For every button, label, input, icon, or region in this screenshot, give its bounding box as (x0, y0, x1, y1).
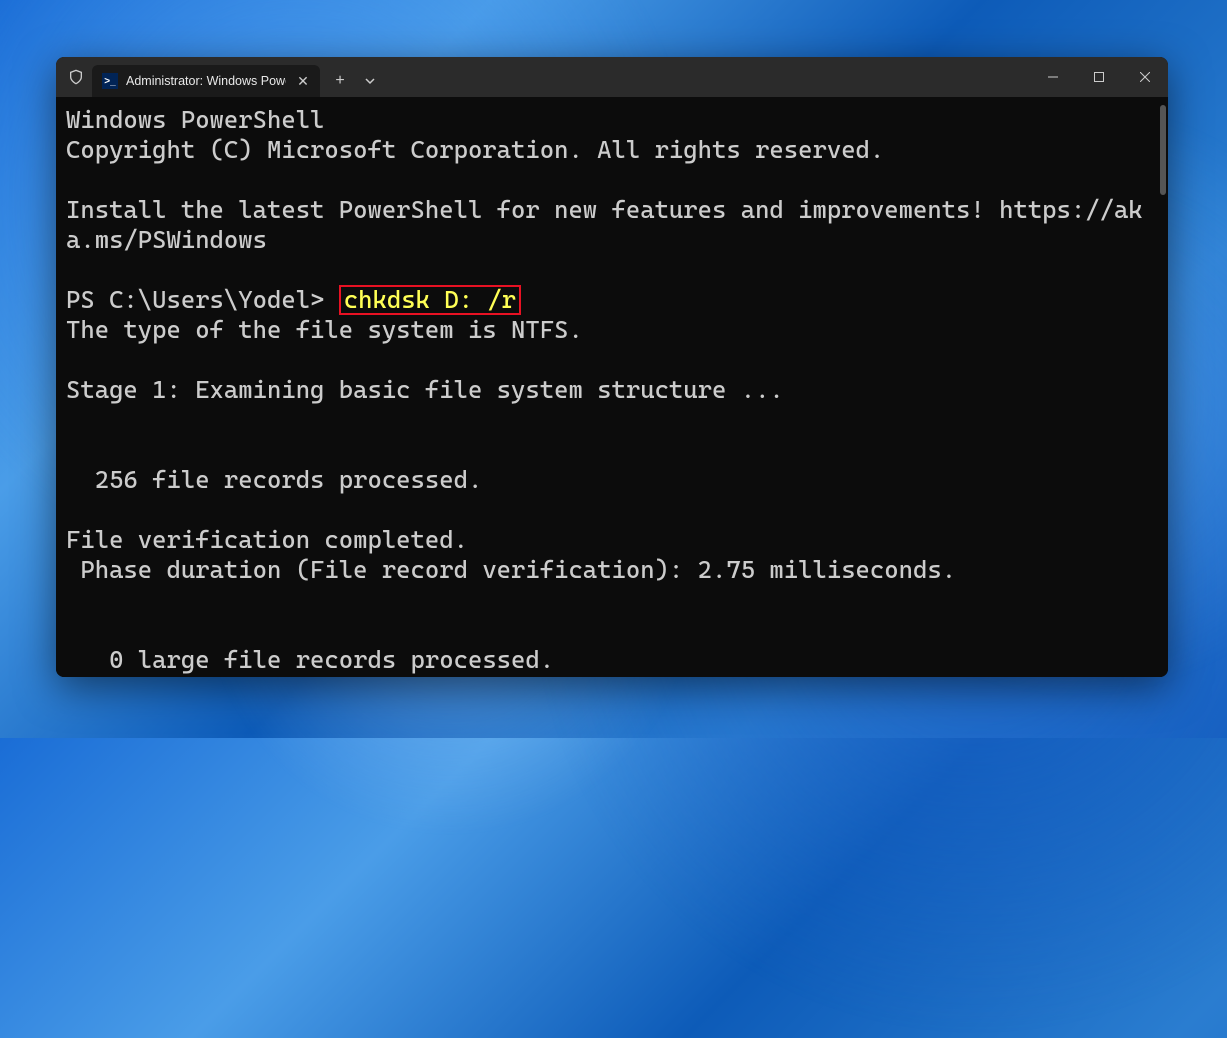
prompt-text: PS C:\Users\Yodel> (66, 285, 339, 314)
highlighted-command: chkdsk D: /r (339, 285, 521, 315)
close-window-button[interactable] (1122, 57, 1168, 97)
window-controls (1030, 57, 1168, 97)
terminal-window: >_ Administrator: Windows Powe ✕ + Windo… (56, 57, 1168, 677)
terminal-body[interactable]: Windows PowerShell Copyright (C) Microso… (56, 97, 1168, 677)
tab-dropdown-button[interactable] (356, 65, 384, 97)
terminal-output: Windows PowerShell Copyright (C) Microso… (66, 105, 1158, 675)
scrollbar-thumb[interactable] (1160, 105, 1166, 195)
tab-powershell[interactable]: >_ Administrator: Windows Powe ✕ (92, 65, 320, 97)
tab-close-button[interactable]: ✕ (294, 72, 312, 90)
new-tab-button[interactable]: + (324, 65, 356, 97)
title-bar[interactable]: >_ Administrator: Windows Powe ✕ + (56, 57, 1168, 97)
powershell-icon: >_ (102, 73, 118, 89)
tab-title: Administrator: Windows Powe (126, 74, 286, 88)
admin-shield-icon (60, 69, 92, 85)
minimize-button[interactable] (1030, 57, 1076, 97)
maximize-button[interactable] (1076, 57, 1122, 97)
